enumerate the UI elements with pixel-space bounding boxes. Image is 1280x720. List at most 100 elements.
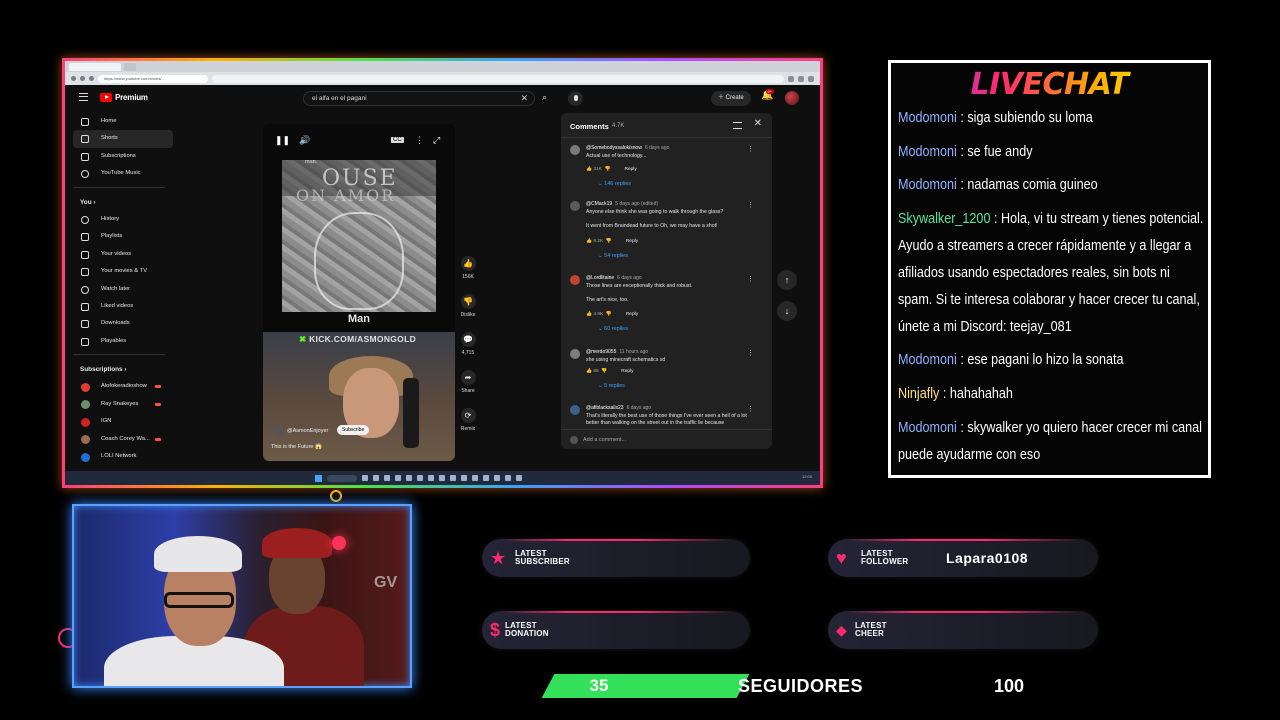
sidebar-item-liked-videos[interactable]: Liked videos xyxy=(73,298,173,315)
create-button[interactable]: ＋ Create xyxy=(711,91,751,106)
taskbar-app-icon[interactable] xyxy=(439,475,445,481)
search-input[interactable]: el alfa en el pagani ✕ xyxy=(303,91,535,106)
taskbar-app-icon[interactable] xyxy=(450,475,456,481)
dislike-button[interactable]: 👎 Dislike xyxy=(457,294,479,332)
address-bar[interactable]: https://www.youtube.com/shorts/… xyxy=(98,74,208,83)
commenter-avatar[interactable] xyxy=(570,275,580,285)
sidebar-item-shorts[interactable]: Shorts xyxy=(73,130,173,148)
back-icon[interactable] xyxy=(71,76,76,81)
sidebar-item-your-videos[interactable]: Your videos xyxy=(73,246,173,263)
more-options-icon[interactable]: ⋮ xyxy=(415,135,424,146)
channel-name[interactable]: @AsmonEnjoyer xyxy=(287,428,328,434)
view-replies-button[interactable]: ⌄ 5 replies xyxy=(598,383,625,389)
clear-search-icon[interactable]: ✕ xyxy=(520,93,528,104)
sidebar-item-movies[interactable]: Your movies & TV xyxy=(73,263,173,280)
share-button[interactable]: ➦ Share xyxy=(457,370,479,408)
more-options-icon[interactable]: ⋮ xyxy=(747,405,754,413)
reply-button[interactable]: Reply xyxy=(626,312,638,317)
comment-author[interactable]: @Lordlitaine 6 days ago xyxy=(586,275,642,281)
extension-icon[interactable] xyxy=(788,75,794,82)
volume-icon[interactable]: 🔊 xyxy=(299,135,310,146)
taskbar-app-icon[interactable] xyxy=(362,475,368,481)
sidebar-subscription[interactable]: LOLI Network xyxy=(73,448,173,465)
comment-author[interactable]: @afiblacksails23 6 days ago xyxy=(586,405,651,411)
short-title[interactable]: This is the Future 😱 xyxy=(271,444,322,450)
reload-icon[interactable] xyxy=(89,76,94,81)
extension-icon[interactable] xyxy=(798,75,804,82)
taskbar-app-icon[interactable] xyxy=(406,475,412,481)
comment-author[interactable]: @merdo9055 11 hours ago xyxy=(586,349,648,355)
sidebar-item-downloads[interactable]: Downloads xyxy=(73,315,173,332)
sort-icon[interactable] xyxy=(733,122,742,129)
new-tab-button[interactable] xyxy=(124,62,136,71)
youtube-logo[interactable]: Premium xyxy=(100,93,148,102)
author-name[interactable]: @CMack19 xyxy=(586,201,612,207)
sidebar-subscription[interactable]: Ray Snakeyes xyxy=(73,396,173,413)
sidebar-subscription[interactable]: IGN xyxy=(73,413,173,430)
sidebar-section-subscriptions[interactable]: Subscriptions › xyxy=(73,361,173,378)
more-options-icon[interactable]: ⋮ xyxy=(747,349,754,357)
sidebar-item-history[interactable]: History xyxy=(73,211,173,228)
taskbar-app-icon[interactable] xyxy=(395,475,401,481)
taskbar-app-icon[interactable] xyxy=(516,475,522,481)
sidebar-subscription[interactable]: Alofokeradioshow xyxy=(73,378,173,395)
pause-icon[interactable]: ❚❚ xyxy=(275,135,290,146)
captions-icon[interactable]: CC xyxy=(391,137,404,143)
author-name[interactable]: @Somebodyssalokisnow xyxy=(586,145,642,151)
comment-author[interactable]: @CMack19 5 days ago (edited) xyxy=(586,201,658,207)
browser-tab[interactable] xyxy=(69,62,121,71)
channel-avatar[interactable] xyxy=(273,425,284,436)
close-icon[interactable]: ✕ xyxy=(754,118,762,129)
author-name[interactable]: @afiblacksails23 xyxy=(586,405,624,411)
sidebar-subscription[interactable]: Coach Corey Wa... xyxy=(73,431,173,448)
more-options-icon[interactable]: ⋮ xyxy=(747,201,754,209)
sidebar-section-you[interactable]: You › xyxy=(73,194,173,211)
taskbar-app-icon[interactable] xyxy=(461,475,467,481)
author-name[interactable]: @Lordlitaine xyxy=(586,275,614,281)
sidebar-item-home[interactable]: Home xyxy=(73,113,173,130)
comment-author[interactable]: @Somebodyssalokisnow 6 days ago xyxy=(586,145,669,151)
commenter-avatar[interactable] xyxy=(570,145,580,155)
remix-button[interactable]: ⟳ Remix xyxy=(457,408,479,446)
reply-button[interactable]: Reply xyxy=(625,167,637,172)
forward-icon[interactable] xyxy=(80,76,85,81)
reply-button[interactable]: Reply xyxy=(626,239,638,244)
microphone-icon[interactable] xyxy=(568,91,583,106)
sidebar-item-subscriptions[interactable]: Subscriptions xyxy=(73,148,173,165)
subscribe-button[interactable]: Subscribe xyxy=(337,425,370,435)
profile-icon[interactable] xyxy=(808,75,814,82)
sidebar-item-watch-later[interactable]: Watch later xyxy=(73,281,173,298)
taskbar-app-icon[interactable] xyxy=(494,475,500,481)
comments-button[interactable]: 💬 4,715 xyxy=(457,332,479,370)
view-replies-button[interactable]: ⌄ 146 replies xyxy=(598,181,631,187)
menu-icon[interactable] xyxy=(79,93,88,101)
taskbar-app-icon[interactable] xyxy=(483,475,489,481)
taskbar-clock[interactable]: 12:00 xyxy=(802,474,812,479)
address-bar-fill[interactable] xyxy=(212,74,784,83)
commenter-avatar[interactable] xyxy=(570,405,580,415)
view-replies-button[interactable]: ⌄ 60 replies xyxy=(598,326,628,332)
taskbar-app-icon[interactable] xyxy=(384,475,390,481)
windows-start-icon[interactable] xyxy=(315,474,322,482)
taskbar-app-icon[interactable] xyxy=(428,475,434,481)
taskbar-app-icon[interactable] xyxy=(472,475,478,481)
taskbar-app-icon[interactable] xyxy=(505,475,511,481)
like-button[interactable]: 👍 156K xyxy=(457,256,479,294)
sidebar-item-youtube-music[interactable]: YouTube Music xyxy=(73,165,173,182)
previous-short-arrow-icon[interactable]: ↑ xyxy=(777,270,797,290)
taskbar-app-icon[interactable] xyxy=(417,475,423,481)
view-replies-button[interactable]: ⌄ 54 replies xyxy=(598,253,628,259)
taskbar-app-icon[interactable] xyxy=(373,475,379,481)
fullscreen-icon[interactable]: ⤢ xyxy=(433,135,440,146)
shorts-player[interactable]: ❚❚ 🔊 CC ⋮ ⤢ OUSE ON AMOR man. Man KICK.C… xyxy=(263,124,455,461)
more-options-icon[interactable]: ⋮ xyxy=(747,145,754,153)
taskbar-search[interactable] xyxy=(327,474,357,482)
commenter-avatar[interactable] xyxy=(570,349,580,359)
sidebar-item-playables[interactable]: Playables xyxy=(73,333,173,350)
add-comment-input[interactable]: Add a comment... xyxy=(561,429,772,449)
sidebar-item-playlists[interactable]: Playlists xyxy=(73,228,173,245)
commenter-avatar[interactable] xyxy=(570,201,580,211)
reply-button[interactable]: Reply xyxy=(621,369,633,374)
search-icon[interactable]: ⌕ xyxy=(542,92,547,103)
next-short-arrow-icon[interactable]: ↓ xyxy=(777,301,797,321)
